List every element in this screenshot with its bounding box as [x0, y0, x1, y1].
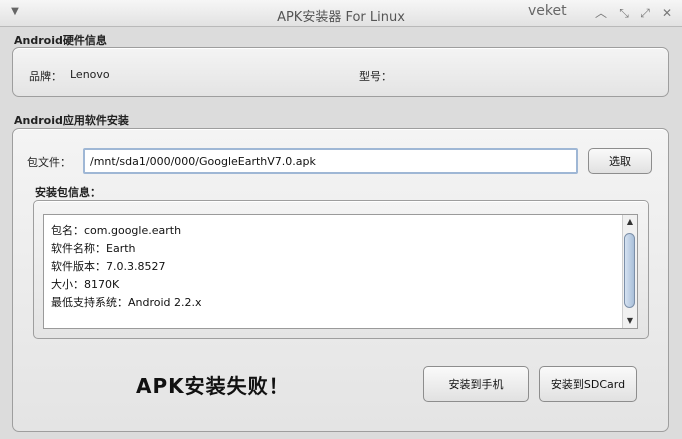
fullscreen-icon[interactable]: ⤢ — [638, 6, 652, 20]
choose-file-button[interactable]: 选取 — [588, 148, 652, 174]
restore-icon[interactable]: ⤡ — [617, 6, 631, 20]
file-label: 包文件： — [27, 156, 71, 169]
title-bar: ▼ APK安装器 For Linux veket ︿ ⤡ ⤢ ✕ — [0, 0, 682, 27]
close-icon[interactable]: ✕ — [660, 6, 674, 20]
window-user-label: veket — [528, 3, 567, 19]
hardware-section-title: Android硬件信息 — [14, 34, 107, 47]
brand-value: Lenovo — [70, 68, 110, 81]
scroll-thumb[interactable] — [624, 233, 635, 308]
model-label: 型号： — [359, 70, 392, 83]
info-line-package: 包名：com.google.earth — [51, 224, 182, 237]
info-line-size: 大小：8170K — [51, 278, 120, 291]
hardware-group: 品牌： Lenovo 型号： — [12, 47, 669, 97]
minimize-icon[interactable]: ︿ — [594, 6, 608, 20]
install-section-title: Android应用软件安装 — [14, 114, 129, 127]
scroll-down-icon[interactable]: ▼ — [623, 314, 637, 328]
info-line-min-system: 最低支持系统：Android 2.2.x — [51, 296, 202, 309]
info-line-version: 软件版本：7.0.3.8527 — [51, 260, 166, 273]
install-to-sdcard-button[interactable]: 安装到SDCard — [539, 366, 637, 402]
package-info-title: 安装包信息： — [35, 186, 101, 199]
status-message: APK安装失败！ — [136, 374, 290, 398]
info-line-name: 软件名称：Earth — [51, 242, 136, 255]
scroll-up-icon[interactable]: ▲ — [623, 215, 637, 229]
brand-label: 品牌： — [29, 70, 62, 83]
window-title: APK安装器 For Linux — [277, 10, 405, 25]
package-info-box: 包名：com.google.earth 软件名称：Earth 软件版本：7.0.… — [43, 214, 638, 329]
file-path-input[interactable] — [83, 148, 578, 174]
package-info-lines: 包名：com.google.earth 软件名称：Earth 软件版本：7.0.… — [51, 222, 202, 312]
install-to-phone-button[interactable]: 安装到手机 — [423, 366, 529, 402]
info-scrollbar[interactable]: ▲ ▼ — [622, 215, 637, 328]
